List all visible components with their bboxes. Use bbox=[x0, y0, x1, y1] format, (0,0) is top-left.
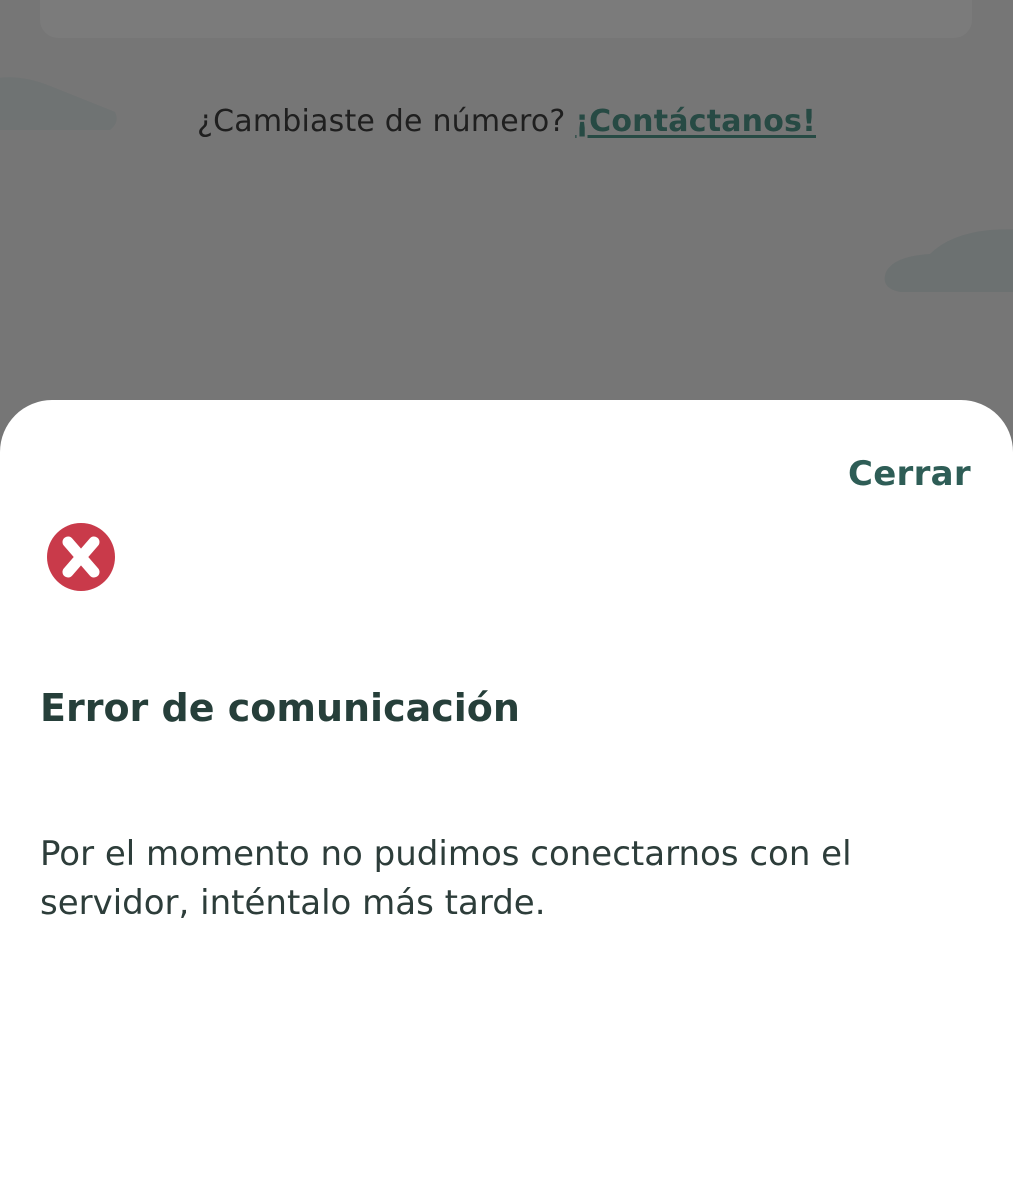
contact-link[interactable]: ¡Contáctanos! bbox=[575, 104, 816, 139]
top-card bbox=[40, 0, 972, 38]
close-button[interactable]: Cerrar bbox=[848, 454, 971, 494]
error-bottom-sheet: Cerrar Error de comunicación Por el mome… bbox=[0, 400, 1013, 1200]
error-x-icon bbox=[47, 523, 115, 591]
cloud-right-decoration bbox=[884, 229, 1013, 292]
error-message: Por el momento no pudimos conectarnos co… bbox=[40, 834, 852, 923]
change-number-prompt: ¿Cambiaste de número? ¡Contáctanos! bbox=[0, 104, 1013, 139]
screen: ¿Cambiaste de número? ¡Contáctanos! Cerr… bbox=[0, 0, 1013, 1200]
change-number-text: ¿Cambiaste de número? bbox=[196, 104, 566, 139]
error-title: Error de comunicación bbox=[40, 686, 520, 730]
